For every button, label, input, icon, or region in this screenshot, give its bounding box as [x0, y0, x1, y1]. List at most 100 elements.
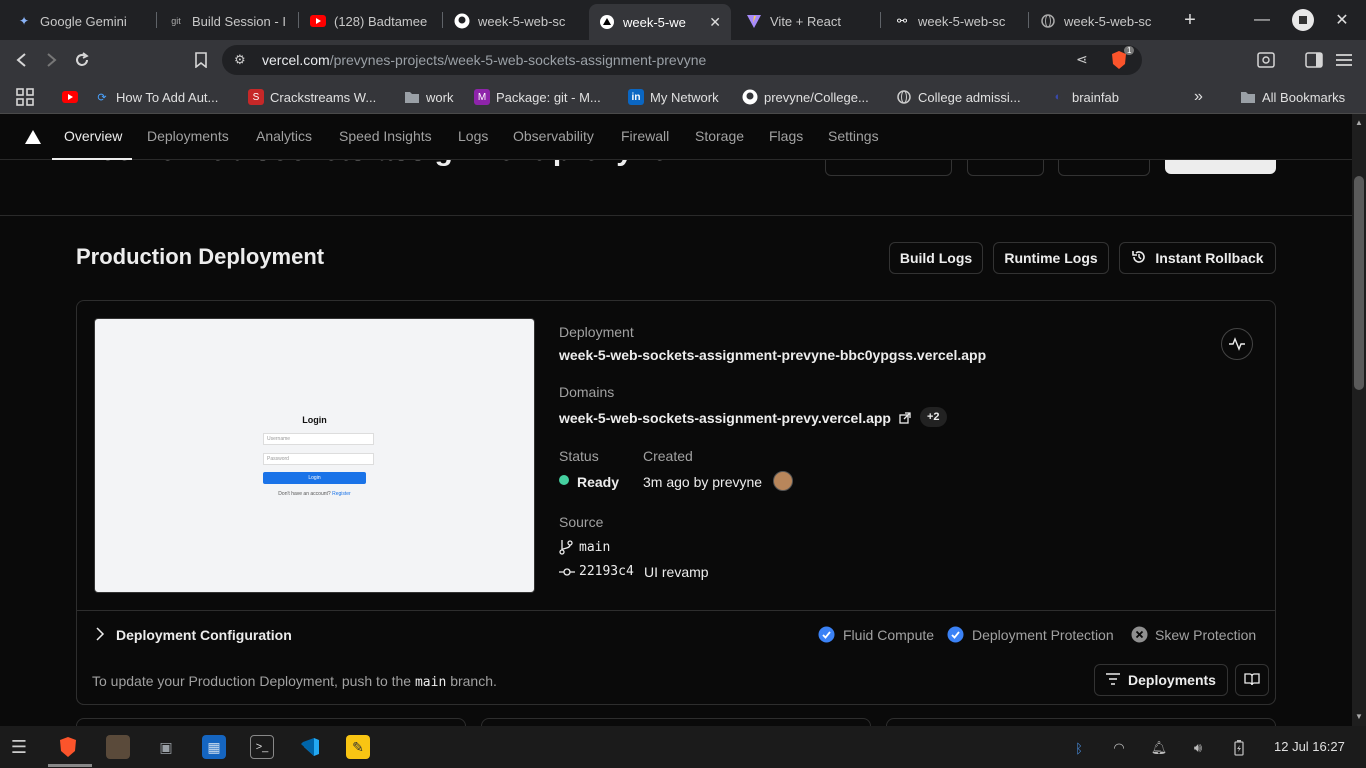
battery-icon[interactable] [1230, 739, 1248, 757]
globe-icon [1040, 13, 1056, 29]
zorin-menu-icon[interactable]: ☰ [7, 735, 31, 759]
tab-title: week-5-web-sc [478, 13, 566, 29]
page-scrollbar[interactable]: ▲ ▼ [1352, 114, 1366, 726]
deployment-configuration-row[interactable]: Deployment Configuration Fluid Compute D… [77, 611, 1275, 658]
url-host: vercel.com [262, 52, 330, 68]
tab-google-gemini[interactable]: ✦ Google Gemini [6, 6, 154, 36]
bookmark-package-git[interactable]: M Package: git - M... [474, 87, 601, 107]
domain-link[interactable]: week-5-web-sockets-assignment-prevy.verc… [559, 410, 891, 426]
brave-browser-icon[interactable] [56, 735, 80, 759]
bookmark-college-admissions[interactable]: College admissi... [896, 87, 1021, 107]
screenshot-icon[interactable]: ▦ [202, 735, 226, 759]
nav-flags[interactable]: Flags [769, 128, 803, 144]
menu-icon[interactable] [1331, 48, 1357, 72]
bookmark-icon[interactable] [188, 48, 214, 72]
minimize-icon[interactable]: — [1242, 0, 1282, 40]
runtime-logs-label: Runtime Logs [1004, 250, 1098, 266]
tab-globe[interactable]: week-5-web-sc [1030, 6, 1172, 36]
package-icon: M [474, 89, 490, 105]
docs-button[interactable] [1235, 664, 1269, 696]
tab-title: Google Gemini [40, 13, 127, 29]
apps-grid-icon[interactable] [16, 87, 34, 107]
youtube-icon [62, 89, 78, 105]
tab-github[interactable]: week-5-web-sc [444, 6, 586, 36]
sidebar-icon[interactable] [1301, 48, 1327, 72]
nav-observability[interactable]: Observability [513, 128, 594, 144]
commit-hash[interactable]: 22193c4 [579, 564, 634, 579]
bookmark-crackstreams[interactable]: S Crackstreams W... [248, 87, 376, 107]
deployment-preview[interactable]: Login Username Password Login Don't have… [94, 318, 535, 593]
toolbox-icon[interactable]: ▣ [154, 735, 178, 759]
activity-icon[interactable] [1221, 328, 1253, 360]
nav-logs[interactable]: Logs [458, 128, 488, 144]
deployments-button[interactable]: Deployments [1094, 664, 1228, 696]
nav-speed-insights[interactable]: Speed Insights [339, 128, 432, 144]
external-link-icon[interactable] [899, 411, 911, 429]
back-icon[interactable] [9, 48, 35, 72]
tab-render[interactable]: ⚯ week-5-web-sc [884, 6, 1026, 36]
close-tab-icon[interactable]: ✕ [709, 14, 721, 31]
git-branch-icon [559, 539, 573, 560]
nav-settings[interactable]: Settings [828, 128, 879, 144]
tab-build-session[interactable]: git Build Session - I [158, 6, 296, 36]
commit-message: UI revamp [644, 564, 709, 580]
reload-icon[interactable] [69, 48, 95, 72]
maximize-icon[interactable] [1283, 0, 1323, 40]
nav-deployments[interactable]: Deployments [147, 128, 229, 144]
bookmark-my-network[interactable]: in My Network [628, 87, 719, 107]
share-icon[interactable]: ⋖ [1076, 51, 1088, 68]
scroll-up-icon[interactable]: ▲ [1355, 118, 1363, 127]
deployment-url[interactable]: week-5-web-sockets-assignment-prevyne-bb… [559, 347, 986, 363]
site-settings-icon[interactable]: ⚙ [234, 52, 246, 68]
tab-vite-react[interactable]: Vite + React [736, 6, 878, 36]
tab-title: week-5-web-sc [1064, 13, 1152, 29]
close-window-icon[interactable]: ✕ [1322, 0, 1362, 40]
nav-firewall[interactable]: Firewall [621, 128, 669, 144]
nav-storage[interactable]: Storage [695, 128, 744, 144]
forward-icon[interactable] [38, 48, 64, 72]
new-tab-button[interactable]: + [1170, 0, 1210, 40]
nav-analytics[interactable]: Analytics [256, 128, 312, 144]
all-bookmarks[interactable]: All Bookmarks [1240, 87, 1345, 107]
bookmark-work[interactable]: work [404, 87, 453, 107]
wifi-icon[interactable]: ◠ [1110, 739, 1128, 757]
avatar[interactable] [773, 471, 793, 491]
vscode-icon[interactable] [298, 735, 322, 759]
bottom-card [481, 718, 871, 726]
more-bookmarks-icon[interactable]: » [1194, 87, 1203, 107]
preview-username-field: Username [263, 433, 374, 445]
feature-skew-protection: Skew Protection [1155, 627, 1257, 643]
nav-overview[interactable]: Overview [64, 128, 122, 144]
vercel-logo-icon[interactable] [25, 130, 41, 149]
terminal-icon[interactable]: >_ [250, 735, 274, 759]
domains-more-badge[interactable]: +2 [920, 407, 947, 427]
branch-name[interactable]: main [579, 540, 610, 555]
preview-login-title: Login [302, 415, 327, 425]
clock[interactable]: 12 Jul 16:27 [1274, 739, 1345, 754]
tab-youtube[interactable]: (128) Badtamee [300, 6, 440, 36]
notifications-icon[interactable]: 🔔︎ [1150, 739, 1168, 757]
section-title: Production Deployment [76, 244, 325, 269]
address-bar[interactable]: ⚙ vercel.com/prevynes-projects/week-5-we… [222, 45, 1142, 75]
notes-icon[interactable]: ✎ [346, 735, 370, 759]
tab-separator [880, 12, 881, 28]
footer-text-pre: To update your Production Deployment, pu… [92, 673, 412, 689]
scroll-down-icon[interactable]: ▼ [1355, 712, 1363, 721]
tab-vercel-active[interactable]: week-5-we ✕ [589, 4, 731, 40]
runtime-logs-button[interactable]: Runtime Logs [993, 242, 1109, 274]
app-icon[interactable] [106, 735, 130, 759]
instant-rollback-button[interactable]: Instant Rollback [1119, 242, 1276, 274]
reader-mode-icon[interactable] [1253, 48, 1279, 72]
bookmark-how-to-add[interactable]: ⟳ How To Add Aut... [94, 87, 218, 107]
divider [0, 215, 1352, 216]
folder-icon [404, 89, 420, 105]
tab-title: Build Session - I [192, 13, 286, 29]
build-logs-button[interactable]: Build Logs [889, 242, 983, 274]
bookmark-brainfab[interactable]: ◐ brainfab [1050, 87, 1119, 107]
tab-title: week-5-we [623, 14, 686, 30]
bluetooth-icon[interactable]: ᛒ [1070, 739, 1088, 757]
bookmark-youtube[interactable] [62, 87, 78, 107]
volume-icon[interactable]: 🔊︎ [1189, 739, 1207, 757]
bookmark-prevyne-college[interactable]: prevyne/College... [742, 87, 869, 107]
scrollbar-thumb[interactable] [1354, 176, 1364, 390]
